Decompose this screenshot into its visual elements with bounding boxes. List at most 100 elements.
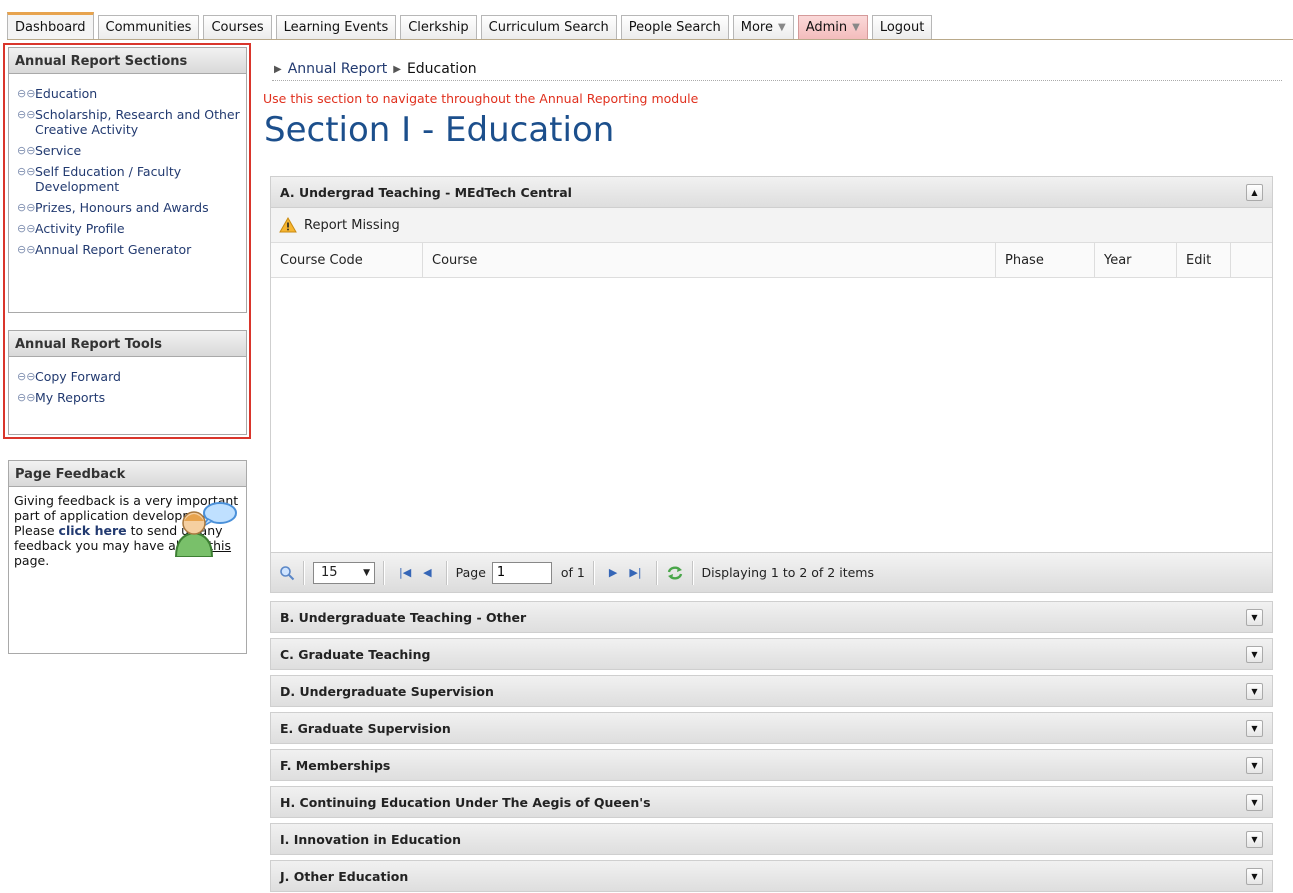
tab-logout[interactable]: Logout xyxy=(871,15,933,39)
sidebar-item-self-education[interactable]: ⊖⊖ Self Education / Faculty Development xyxy=(17,164,246,194)
column-phase[interactable]: Phase xyxy=(996,243,1095,277)
sidebar-item-copy-forward[interactable]: ⊖⊖ Copy Forward xyxy=(17,369,246,384)
expand-arrow-icon[interactable]: ▼ xyxy=(1246,867,1263,885)
sidebar-item-label: Annual Report Generator xyxy=(35,242,192,257)
sidebar-item-prizes[interactable]: ⊖⊖ Prizes, Honours and Awards xyxy=(17,200,246,215)
link-icon: ⊖⊖ xyxy=(17,370,36,383)
caret-down-icon: ▼ xyxy=(777,22,786,33)
section-title: J. Other Education xyxy=(280,868,409,884)
pager-separator xyxy=(655,560,658,585)
tab-dashboard[interactable]: Dashboard xyxy=(7,12,94,39)
tab-clerkship[interactable]: Clerkship xyxy=(400,15,477,39)
annual-report-tools-box: Annual Report Tools ⊖⊖ Copy Forward ⊖⊖ My … xyxy=(8,330,247,435)
column-edit[interactable]: Edit xyxy=(1177,243,1231,277)
section-c-panel: C. Graduate Teaching ▼ xyxy=(270,638,1273,670)
section-b-header[interactable]: B. Undergraduate Teaching - Other ▼ xyxy=(270,601,1273,633)
sidebar-item-label: Scholarship, Research and Other Creative… xyxy=(35,107,240,137)
feedback-box-title: Page Feedback xyxy=(9,461,246,487)
section-d-panel: D. Undergraduate Supervision ▼ xyxy=(270,675,1273,707)
column-course-code[interactable]: Course Code xyxy=(271,243,423,277)
per-page-select[interactable]: 15 ▼ xyxy=(313,561,375,584)
section-j-panel: J. Other Education ▼ xyxy=(270,860,1273,892)
section-title: H. Continuing Education Under The Aegis … xyxy=(280,794,651,810)
sidebar-item-label: My Reports xyxy=(35,390,106,405)
expand-arrow-icon[interactable]: ▼ xyxy=(1246,830,1263,848)
page-count: of 1 xyxy=(560,565,585,580)
expand-arrow-icon[interactable]: ▼ xyxy=(1246,756,1263,774)
column-course[interactable]: Course xyxy=(423,243,996,277)
section-h-panel: H. Continuing Education Under The Aegis … xyxy=(270,786,1273,818)
first-page-icon[interactable]: |◀ xyxy=(399,566,411,579)
grid-pager: 15 ▼ |◀ ◀ Page of 1 ▶ ▶| Displaying 1 to… xyxy=(270,552,1273,593)
expand-arrow-icon[interactable]: ▼ xyxy=(1246,682,1263,700)
tab-learning-events[interactable]: Learning Events xyxy=(275,15,397,39)
tab-label: More xyxy=(740,20,773,35)
column-year[interactable]: Year xyxy=(1095,243,1177,277)
per-page-value: 15 xyxy=(321,565,338,580)
section-e-header[interactable]: E. Graduate Supervision ▼ xyxy=(270,712,1273,744)
grid-body xyxy=(271,278,1272,552)
section-i-panel: I. Innovation in Education ▼ xyxy=(270,823,1273,855)
sidebar-item-service[interactable]: ⊖⊖ Service xyxy=(17,143,246,158)
sections-list: ⊖⊖ Education ⊖⊖ Scholarship, Research and … xyxy=(9,74,246,257)
sidebar-item-education[interactable]: ⊖⊖ Education xyxy=(17,86,246,101)
link-icon: ⊖⊖ xyxy=(17,222,36,235)
sidebar-item-label: Self Education / Faculty Development xyxy=(35,164,182,194)
breadcrumb-arrow-icon: ▶ xyxy=(274,63,282,75)
navigation-note: Use this section to navigate throughout … xyxy=(263,91,699,106)
last-page-icon[interactable]: ▶| xyxy=(629,566,641,579)
sidebar-item-activity-profile[interactable]: ⊖⊖ Activity Profile xyxy=(17,221,246,236)
expand-arrow-icon[interactable]: ▼ xyxy=(1246,793,1263,811)
link-icon: ⊖⊖ xyxy=(17,165,36,178)
sidebar-item-label: Education xyxy=(35,86,98,101)
section-title: E. Graduate Supervision xyxy=(280,720,451,736)
sidebar-item-scholarship[interactable]: ⊖⊖ Scholarship, Research and Other Creati… xyxy=(17,107,246,137)
collapse-arrow-icon[interactable]: ▲ xyxy=(1246,183,1263,201)
section-b-panel: B. Undergraduate Teaching - Other ▼ xyxy=(270,601,1273,633)
sidebar-item-label: Service xyxy=(35,143,82,158)
section-c-header[interactable]: C. Graduate Teaching ▼ xyxy=(270,638,1273,670)
section-d-header[interactable]: D. Undergraduate Supervision ▼ xyxy=(270,675,1273,707)
user-feedback-icon xyxy=(174,502,237,557)
pager-separator xyxy=(592,560,595,585)
tab-more[interactable]: More ▼ xyxy=(732,15,794,39)
tab-curriculum-search[interactable]: Curriculum Search xyxy=(480,15,617,39)
grid-column-headers: Course Code Course Phase Year Edit xyxy=(271,243,1272,278)
chevron-down-icon: ▼ xyxy=(363,567,370,578)
section-a-header[interactable]: A. Undergrad Teaching - MEdTech Central … xyxy=(270,176,1273,208)
section-f-header[interactable]: F. Memberships ▼ xyxy=(270,749,1273,781)
sidebar-item-label: Prizes, Honours and Awards xyxy=(35,200,209,215)
annual-report-sections-box: Annual Report Sections ⊖⊖ Education ⊖⊖ Sch… xyxy=(8,47,247,313)
section-title: I. Innovation in Education xyxy=(280,831,461,847)
sidebar-item-report-generator[interactable]: ⊖⊖ Annual Report Generator xyxy=(17,242,246,257)
section-h-header[interactable]: H. Continuing Education Under The Aegis … xyxy=(270,786,1273,818)
breadcrumb-arrow-icon: ▶ xyxy=(393,63,401,75)
section-title: B. Undergraduate Teaching - Other xyxy=(280,609,527,625)
section-j-header[interactable]: J. Other Education ▼ xyxy=(270,860,1273,892)
breadcrumb-annual-report[interactable]: Annual Report xyxy=(288,61,388,77)
expand-arrow-icon[interactable]: ▼ xyxy=(1246,719,1263,737)
feedback-link[interactable]: click here xyxy=(59,523,127,538)
search-icon[interactable] xyxy=(279,565,295,581)
column-spacer xyxy=(1231,243,1272,277)
status-text: Report Missing xyxy=(304,217,400,233)
sidebar-item-my-reports[interactable]: ⊖⊖ My Reports xyxy=(17,390,246,405)
tools-box-title: Annual Report Tools xyxy=(9,331,246,357)
tab-label: Dashboard xyxy=(15,19,86,35)
page-number-input[interactable] xyxy=(491,561,552,584)
page-feedback-box: Page Feedback Giving feedback is a very … xyxy=(8,460,247,654)
section-i-header[interactable]: I. Innovation in Education ▼ xyxy=(270,823,1273,855)
expand-arrow-icon[interactable]: ▼ xyxy=(1246,645,1263,663)
tab-people-search[interactable]: People Search xyxy=(620,15,729,39)
expand-arrow-icon[interactable]: ▼ xyxy=(1246,608,1263,626)
tab-admin[interactable]: Admin ▼ xyxy=(797,15,868,39)
refresh-icon[interactable] xyxy=(666,565,684,581)
next-page-icon[interactable]: ▶ xyxy=(609,566,617,579)
previous-page-icon[interactable]: ◀ xyxy=(423,566,431,579)
tab-label: Clerkship xyxy=(408,20,469,35)
tab-communities[interactable]: Communities xyxy=(97,15,200,39)
report-missing-status: Report Missing xyxy=(271,208,1272,243)
section-title: A. Undergrad Teaching - MEdTech Central xyxy=(280,184,572,200)
tab-courses[interactable]: Courses xyxy=(203,15,272,39)
link-icon: ⊖⊖ xyxy=(17,108,36,121)
